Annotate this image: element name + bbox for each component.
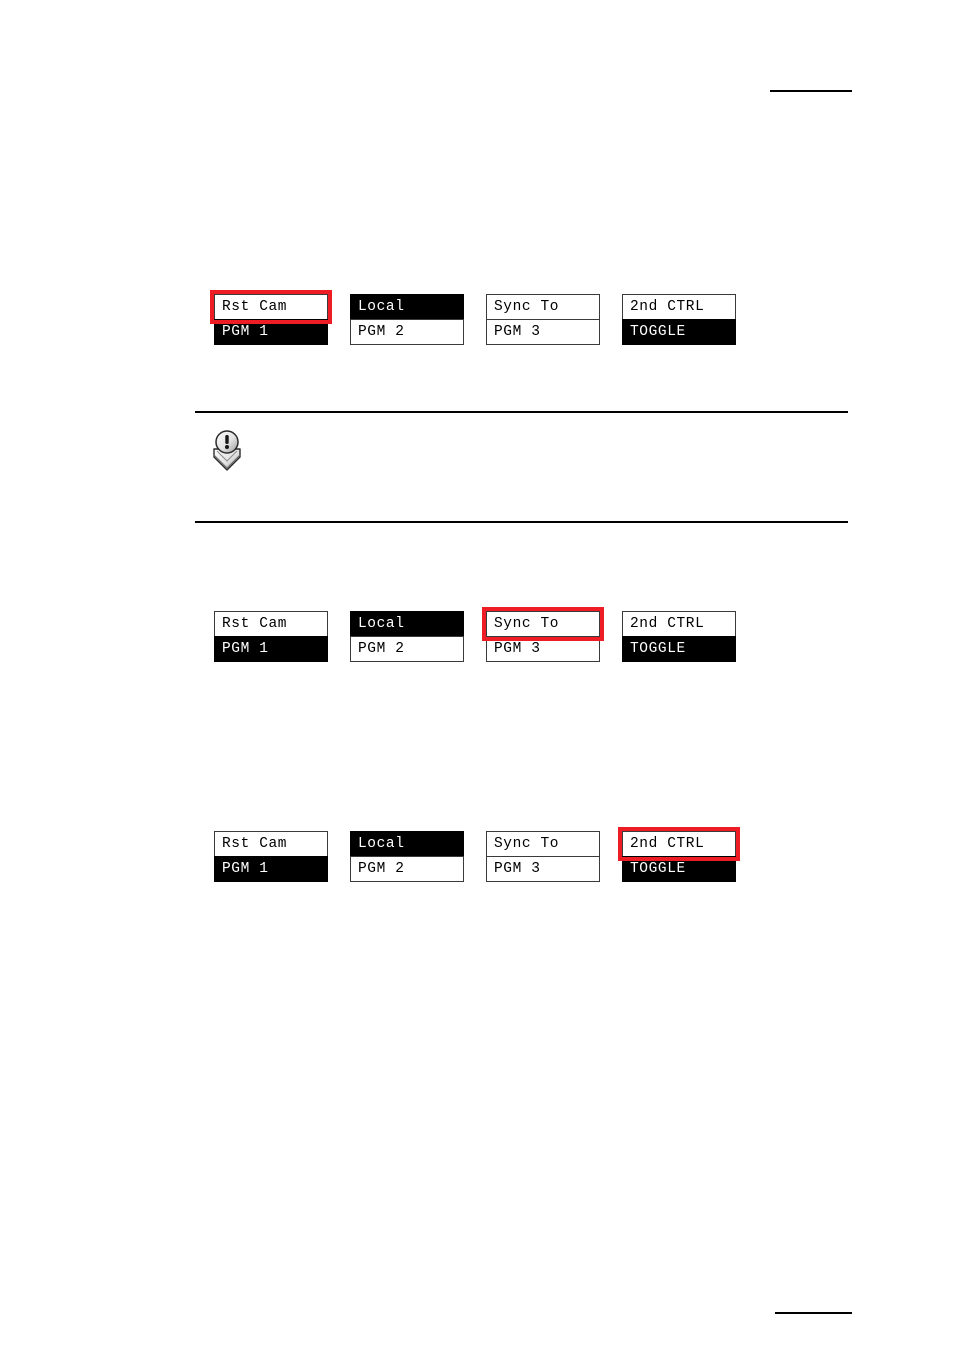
note-bottom-rule	[195, 521, 848, 523]
lcd-row-top[interactable]: Sync To	[486, 611, 600, 637]
lcd-row-bottom[interactable]: PGM 2	[350, 636, 464, 662]
lcd-group-1: Rst Cam PGM 1 Local PGM 2 Sync To PGM 3 2nd CT…	[210, 290, 736, 346]
lcd-row-top[interactable]: Sync To	[486, 831, 600, 857]
lcd-button-cell[interactable]: 2nd CTRL TOGGLE	[618, 827, 740, 883]
lcd-row-bottom[interactable]: TOGGLE	[622, 636, 736, 662]
note-top-rule	[195, 411, 848, 413]
lcd-row-bottom[interactable]: PGM 3	[486, 856, 600, 882]
lcd-row-top[interactable]: Sync To	[486, 294, 600, 320]
lcd-row-bottom[interactable]: TOGGLE	[622, 856, 736, 882]
lcd-button-cell[interactable]: Local PGM 2	[350, 831, 464, 883]
note-exclamation-icon	[208, 429, 246, 475]
footer-rule	[775, 1312, 852, 1314]
lcd-group-2: Rst Cam PGM 1 Local PGM 2 Sync To PGM 3 2nd CT…	[214, 607, 736, 663]
lcd-button-cell[interactable]: 2nd CTRL TOGGLE	[622, 294, 736, 346]
lcd-row-top[interactable]: Local	[350, 294, 464, 320]
header-rule	[770, 90, 852, 92]
lcd-button-cell[interactable]: Local PGM 2	[350, 611, 464, 663]
lcd-button-cell[interactable]: 2nd CTRL TOGGLE	[622, 611, 736, 663]
lcd-row-bottom[interactable]: TOGGLE	[622, 319, 736, 345]
lcd-button-cell[interactable]: Rst Cam PGM 1	[214, 611, 328, 663]
lcd-button-cell[interactable]: Sync To PGM 3	[486, 294, 600, 346]
lcd-row-bottom[interactable]: PGM 1	[214, 319, 328, 345]
document-page: Rst Cam PGM 1 Local PGM 2 Sync To PGM 3 2nd CT…	[0, 0, 954, 1349]
lcd-row-top[interactable]: 2nd CTRL	[622, 831, 736, 857]
lcd-row-top[interactable]: 2nd CTRL	[622, 294, 736, 320]
lcd-row-top[interactable]: Rst Cam	[214, 831, 328, 857]
lcd-button-cell[interactable]: Sync To PGM 3	[482, 607, 604, 663]
lcd-row-top[interactable]: Rst Cam	[214, 294, 328, 320]
lcd-row-bottom[interactable]: PGM 2	[350, 319, 464, 345]
lcd-row-bottom[interactable]: PGM 2	[350, 856, 464, 882]
lcd-row-bottom[interactable]: PGM 3	[486, 319, 600, 345]
lcd-button-cell[interactable]: Rst Cam PGM 1	[210, 290, 332, 346]
lcd-row-bottom[interactable]: PGM 1	[214, 856, 328, 882]
note-block	[195, 411, 848, 523]
lcd-row-top[interactable]: Local	[350, 831, 464, 857]
lcd-row-bottom[interactable]: PGM 3	[486, 636, 600, 662]
lcd-button-cell[interactable]: Sync To PGM 3	[486, 831, 600, 883]
lcd-row-top[interactable]: Local	[350, 611, 464, 637]
lcd-row-bottom[interactable]: PGM 1	[214, 636, 328, 662]
lcd-row-top[interactable]: 2nd CTRL	[622, 611, 736, 637]
lcd-button-cell[interactable]: Rst Cam PGM 1	[214, 831, 328, 883]
lcd-group-3: Rst Cam PGM 1 Local PGM 2 Sync To PGM 3 2nd CT…	[214, 827, 740, 883]
lcd-row-top[interactable]: Rst Cam	[214, 611, 328, 637]
lcd-button-cell[interactable]: Local PGM 2	[350, 294, 464, 346]
